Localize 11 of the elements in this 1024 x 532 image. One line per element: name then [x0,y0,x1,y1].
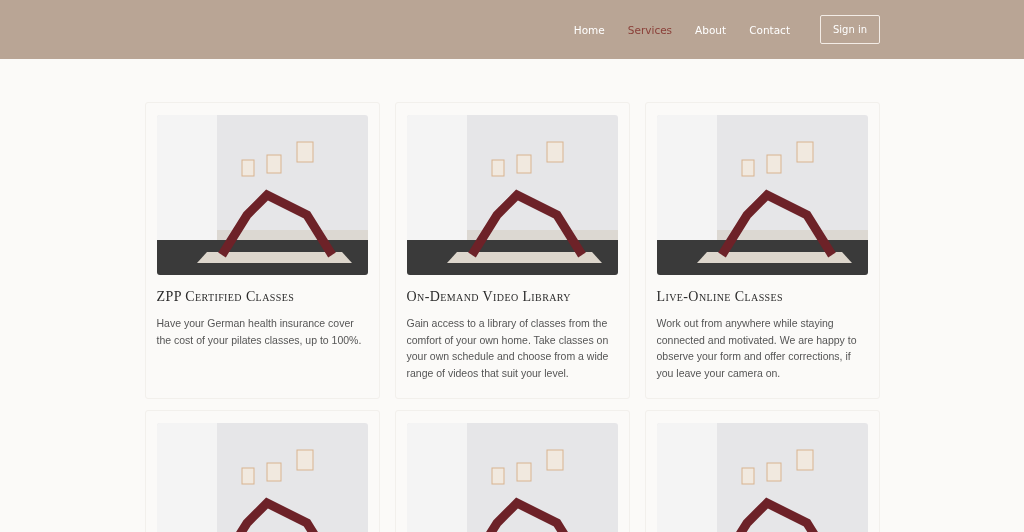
card-title: Live-Online Classes [656,289,785,305]
card-description: Gain access to a library of classes from the comfort of your own home. Take classes on your own schedule and choose from a wide range of videos that suit your level. [406,316,610,381]
nav-link[interactable]: Home [565,19,613,40]
sign-in-button[interactable]: Sign in [820,15,880,44]
nav-link[interactable]: Services [619,19,681,40]
nav-link[interactable]: About [687,19,735,40]
card-description: Have your German health insurance cover the cost of your pilates classes, up to 100%. [156,316,363,348]
card-description: Work out from anywhere while staying connected and motivated. We are happy to observe your form and offer corrections, if you leave your camera on. [656,316,858,381]
card-title: On-Demand Video Library [406,289,572,305]
nav-link[interactable]: Contact [741,19,798,40]
card-title: ZPP Certified Classes [156,289,296,305]
